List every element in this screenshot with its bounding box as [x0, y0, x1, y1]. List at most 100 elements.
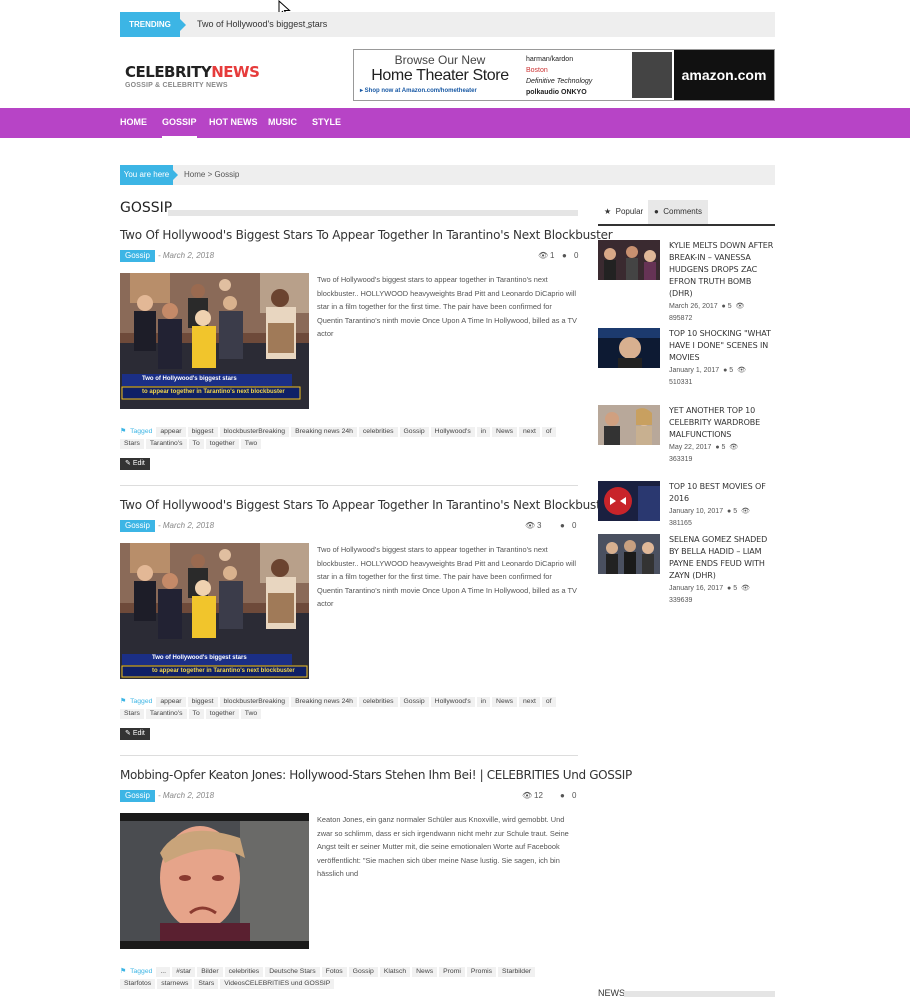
tag[interactable]: VideosCELEBRITIES und GOSSIP	[220, 979, 335, 989]
tag[interactable]: in	[476, 427, 491, 437]
post-title[interactable]: Two Of Hollywood's Biggest Stars To Appe…	[120, 498, 613, 512]
tag[interactable]: Two	[240, 709, 262, 719]
tag[interactable]: Klatsch	[379, 967, 411, 977]
post-thumbnail[interactable]	[120, 813, 309, 949]
ad-brand: polkaudio ONKYO	[526, 89, 587, 96]
tag[interactable]: biggest	[187, 427, 218, 437]
tag[interactable]: Bilder	[197, 967, 223, 977]
edit-icon: ✎	[125, 460, 133, 467]
comments-count: 0	[574, 251, 579, 260]
sidebar-thumbnail	[598, 240, 660, 280]
category-badge[interactable]: Gossip	[120, 520, 155, 532]
logo-celebrity: CELEBRITY	[125, 63, 212, 81]
tag[interactable]: together	[205, 439, 239, 449]
tag[interactable]: starnews	[157, 979, 193, 989]
post-item: Two Of Hollywood's Biggest Stars To Appe…	[120, 498, 613, 748]
tag[interactable]: celebrities	[224, 967, 264, 977]
tag[interactable]: next	[519, 427, 540, 437]
tag[interactable]: Deutsche Stars	[265, 967, 320, 977]
tag[interactable]: Stars	[120, 439, 144, 449]
tag[interactable]: celebrities	[358, 427, 398, 437]
category-badge[interactable]: Gossip	[120, 790, 155, 802]
breadcrumb-path[interactable]: Home > Gossip	[184, 165, 239, 185]
comment-icon: ●	[725, 585, 734, 592]
tag[interactable]: Stars	[194, 979, 219, 989]
tag[interactable]: of	[541, 697, 556, 707]
tag[interactable]: Stars	[120, 709, 144, 719]
post-tags: ⚑ Tagged... #star Bilder celebrities Deutsche…	[120, 966, 578, 990]
tag[interactable]: News	[412, 967, 438, 977]
tag[interactable]: To	[188, 709, 204, 719]
sidebar-post[interactable]: SELENA GOMEZ SHADED BY BELLA HADID – LIA…	[598, 534, 775, 604]
post-title[interactable]: Two Of Hollywood's Biggest Stars To Appe…	[120, 228, 613, 242]
tag[interactable]: Tarantino's	[145, 709, 187, 719]
tag[interactable]: Breaking news 24h	[291, 427, 357, 437]
tag[interactable]: Gossip	[399, 427, 429, 437]
tab-comments[interactable]: ● Comments	[648, 200, 708, 224]
tag[interactable]: appear	[156, 427, 186, 437]
post-tags: ⚑ Tagged appear biggest blockbusterBreaking B…	[120, 696, 578, 720]
sidebar-post-views: 510331	[669, 379, 693, 386]
tag[interactable]: Promis	[466, 967, 497, 977]
amazon-logo: amazon.com	[674, 50, 774, 100]
tag[interactable]: celebrities	[358, 697, 398, 707]
sidebar-post-date: January 10, 2017	[669, 508, 724, 515]
nav-item-style[interactable]: STYLE	[312, 108, 341, 138]
tag[interactable]: Fotos	[321, 967, 347, 977]
edit-button[interactable]: ✎ Edit	[120, 728, 150, 740]
views-count: 3	[537, 521, 542, 530]
sidebar-post-title: KYLIE MELTS DOWN AFTER BREAK-IN – VANESS…	[669, 241, 774, 298]
nav-item-hot-news[interactable]: HOT NEWS	[209, 108, 258, 138]
thumb-caption-1: Two of Hollywood's biggest stars	[142, 376, 237, 382]
nav-item-home[interactable]: HOME	[120, 108, 147, 138]
tag[interactable]: together	[205, 709, 239, 719]
trending-caret: _	[306, 18, 312, 28]
tag[interactable]: Hollywood's	[430, 697, 475, 707]
post-meta: Gossip - March 2, 2018 👁 1 ● 0	[120, 250, 578, 262]
post-item: Mobbing-Opfer Keaton Jones: Hollywood-St…	[120, 768, 632, 993]
tag[interactable]: biggest	[187, 697, 218, 707]
tag[interactable]: To	[188, 439, 204, 449]
tag[interactable]: appear	[156, 697, 186, 707]
post-title[interactable]: Mobbing-Opfer Keaton Jones: Hollywood-St…	[120, 768, 632, 782]
tag[interactable]: Starbilder	[498, 967, 536, 977]
main-nav: HOME GOSSIP HOT NEWS MUSIC STYLE	[0, 108, 910, 138]
sidebar-tabs: ★ Popular ● Comments	[598, 200, 775, 226]
sidebar-post[interactable]: TOP 10 SHOCKING "WHAT HAVE I DONE" SCENE…	[598, 328, 775, 393]
tag[interactable]: #star	[172, 967, 196, 977]
tag[interactable]: News	[492, 427, 518, 437]
site-logo[interactable]: CELEBRITYNEWS GOSSIP & CELEBRITY NEWS	[125, 63, 260, 89]
edit-button[interactable]: ✎ Edit	[120, 458, 150, 470]
logo-tagline: GOSSIP & CELEBRITY NEWS	[125, 82, 228, 89]
tag[interactable]: blockbusterBreaking	[219, 427, 290, 437]
category-badge[interactable]: Gossip	[120, 250, 155, 262]
nav-item-gossip[interactable]: GOSSIP	[162, 108, 197, 138]
news-divider	[624, 991, 775, 997]
ad-brand: Definitive Technology	[526, 78, 593, 85]
sidebar-post[interactable]: YET ANOTHER TOP 10 CELEBRITY WARDROBE MA…	[598, 405, 775, 470]
ad-banner[interactable]: Browse Our New Home Theater Store ▸ Shop…	[353, 49, 775, 101]
tag[interactable]: ...	[156, 967, 171, 977]
tag[interactable]: Starfotos	[120, 979, 156, 989]
nav-item-music[interactable]: MUSIC	[268, 108, 297, 138]
tag[interactable]: Gossip	[399, 697, 429, 707]
sidebar-post[interactable]: TOP 10 BEST MOVIES OF 2016 January 10, 2…	[598, 481, 775, 527]
trending-label: TRENDING	[120, 12, 186, 37]
tag[interactable]: Promi	[439, 967, 465, 977]
tag[interactable]: in	[476, 697, 491, 707]
eye-icon: 👁	[725, 444, 739, 451]
sidebar-post[interactable]: KYLIE MELTS DOWN AFTER BREAK-IN – VANESS…	[598, 240, 775, 322]
post-thumbnail[interactable]: Two of Hollywood's biggest stars to appe…	[120, 543, 309, 679]
tag[interactable]: Gossip	[348, 967, 378, 977]
tag[interactable]: Breaking news 24h	[291, 697, 357, 707]
tag[interactable]: Two	[240, 439, 262, 449]
tag[interactable]: blockbusterBreaking	[219, 697, 290, 707]
tag[interactable]: Tarantino's	[145, 439, 187, 449]
tag[interactable]: next	[519, 697, 540, 707]
tag[interactable]: Hollywood's	[430, 427, 475, 437]
tab-popular[interactable]: ★ Popular	[598, 200, 649, 224]
post-thumbnail[interactable]: Two of Hollywood's biggest stars to appe…	[120, 273, 309, 409]
tag[interactable]: of	[541, 427, 556, 437]
tag[interactable]: News	[492, 697, 518, 707]
comment-icon: ●	[725, 508, 734, 515]
